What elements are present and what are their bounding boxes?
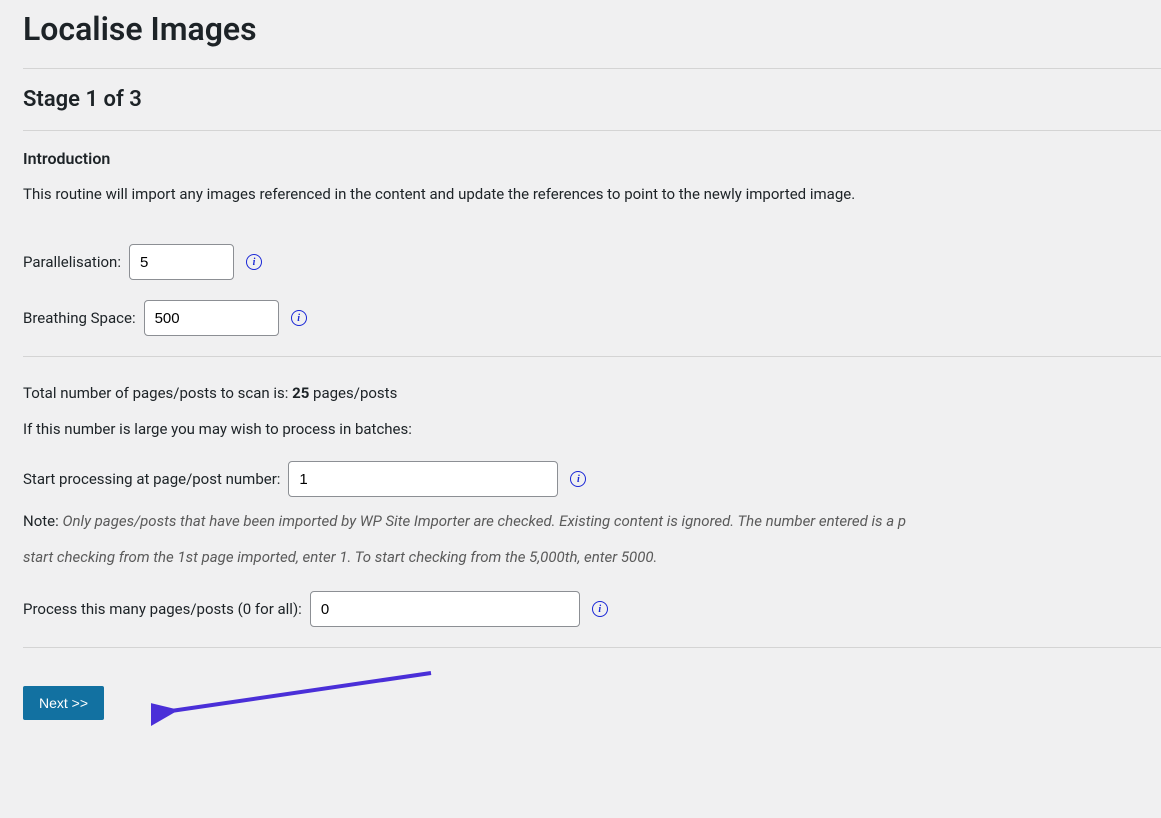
note-text-line2: start checking from the 1st page importe…	[23, 545, 1161, 569]
page-title: Localise Images	[23, 10, 1161, 48]
parallelisation-input[interactable]	[129, 244, 234, 280]
divider	[23, 130, 1161, 131]
intro-heading: Introduction	[23, 149, 1161, 168]
process-label: Process this many pages/posts (0 for all…	[23, 600, 302, 618]
divider	[23, 68, 1161, 69]
breathing-label: Breathing Space:	[23, 309, 136, 327]
breathing-input[interactable]	[144, 300, 279, 336]
scan-count: 25	[292, 384, 309, 402]
intro-text: This routine will import any images refe…	[23, 182, 1161, 206]
info-icon[interactable]	[246, 254, 262, 270]
divider	[23, 356, 1161, 357]
arrow-annotation	[151, 663, 451, 733]
info-icon[interactable]	[291, 310, 307, 326]
parallelisation-row: Parallelisation:	[23, 244, 1161, 280]
stage-heading: Stage 1 of 3	[23, 87, 1161, 112]
parallelisation-label: Parallelisation:	[23, 253, 121, 271]
batch-hint: If this number is large you may wish to …	[23, 417, 1161, 441]
next-button[interactable]: Next >>	[23, 686, 104, 720]
start-label: Start processing at page/post number:	[23, 470, 280, 488]
start-input[interactable]	[288, 461, 558, 497]
info-icon[interactable]	[570, 471, 586, 487]
total-scan-text: Total number of pages/posts to scan is: …	[23, 381, 1161, 405]
start-row: Start processing at page/post number:	[23, 461, 1161, 497]
process-row: Process this many pages/posts (0 for all…	[23, 591, 1161, 627]
breathing-row: Breathing Space:	[23, 300, 1161, 336]
process-input[interactable]	[310, 591, 580, 627]
note-text: Note: Only pages/posts that have been im…	[23, 509, 1161, 533]
info-icon[interactable]	[592, 601, 608, 617]
